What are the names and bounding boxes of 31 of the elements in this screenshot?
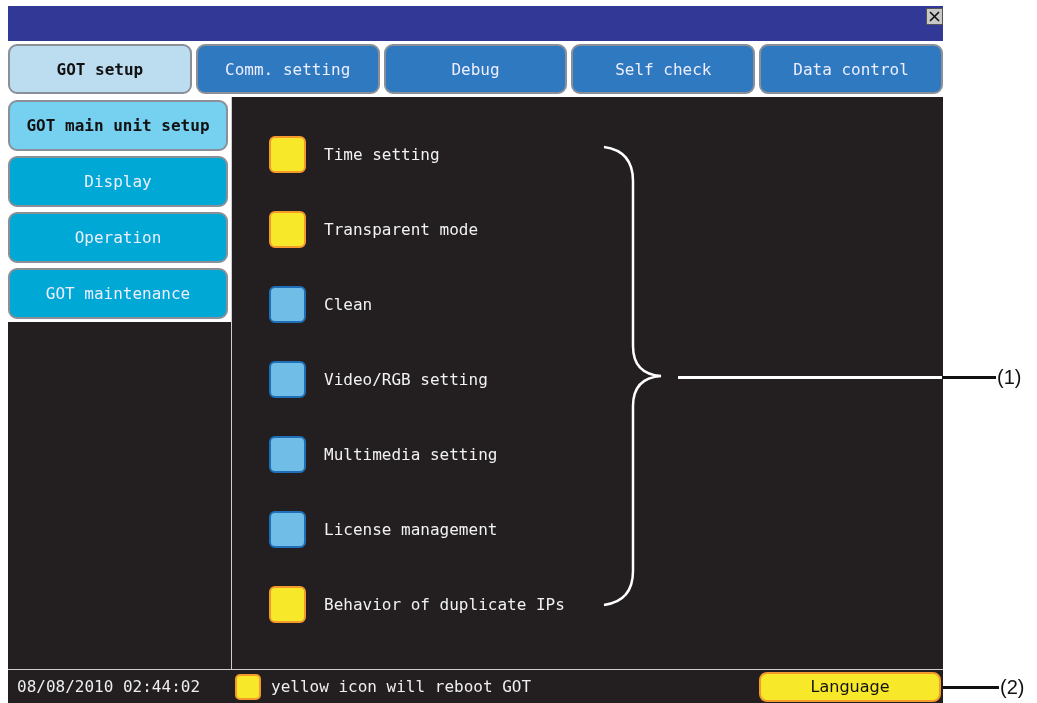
setting-label: Behavior of duplicate IPs (324, 594, 565, 614)
side-menu-item[interactable]: Display (8, 156, 228, 207)
side-menu-item[interactable]: GOT maintenance (8, 268, 228, 319)
setting-button[interactable] (269, 210, 306, 248)
setting-label: Transparent mode (324, 219, 479, 239)
tab[interactable]: Comm. setting (195, 44, 380, 94)
close-button[interactable] (926, 8, 943, 25)
setting-button[interactable] (269, 360, 306, 398)
legend-text: yellow icon will reboot GOT (271, 677, 533, 696)
setting-label: License management (324, 519, 498, 539)
tab[interactable]: Self check (571, 44, 756, 94)
side-menu-item[interactable]: GOT main unit setup (8, 100, 228, 151)
side-menu-item[interactable]: Operation (8, 212, 228, 263)
setting-label: Multimedia setting (324, 444, 498, 464)
tab[interactable]: Data control (759, 44, 943, 94)
setting-button[interactable] (269, 585, 306, 623)
setting-button[interactable] (269, 285, 306, 323)
tab[interactable]: Debug (383, 44, 568, 94)
setting-label: Clean (324, 294, 373, 314)
setting-button[interactable] (269, 510, 306, 548)
setting-button[interactable] (269, 135, 306, 173)
leader-line (943, 686, 999, 689)
close-icon (929, 11, 940, 22)
date-time: 08/08/2010 02:44:02 (16, 677, 202, 696)
callout-label: (2) (1000, 676, 1025, 699)
language-button[interactable]: Language (759, 671, 941, 702)
setting-label: Video/RGB setting (324, 369, 488, 389)
callout-label: (1) (997, 366, 1022, 389)
tab[interactable]: GOT setup (8, 44, 192, 94)
setting-button[interactable] (269, 435, 306, 473)
setting-label: Time setting (324, 144, 440, 164)
